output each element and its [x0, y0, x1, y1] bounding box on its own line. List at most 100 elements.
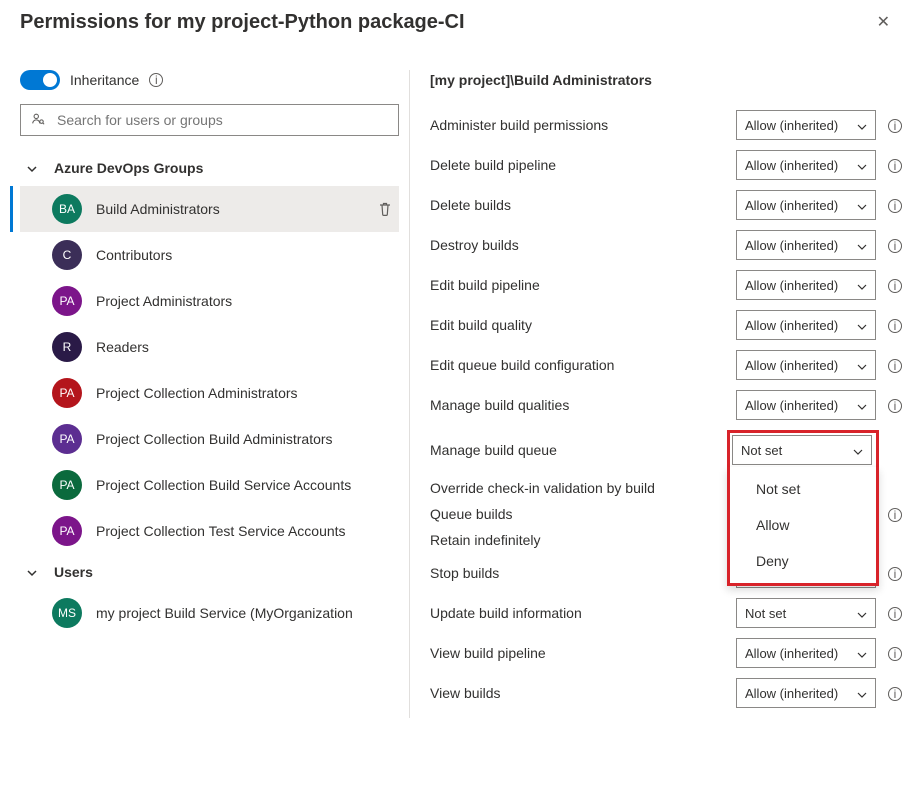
info-icon[interactable]: i: [888, 397, 902, 413]
permission-dropdown-open[interactable]: Not set Not setAllowDeny: [727, 430, 879, 470]
person-search-icon: [31, 112, 45, 129]
permission-label: Update build information: [430, 605, 736, 621]
permission-select[interactable]: Not set: [736, 598, 876, 628]
info-icon[interactable]: i: [888, 197, 902, 213]
inheritance-toggle[interactable]: [20, 70, 60, 90]
info-icon[interactable]: i: [888, 605, 902, 621]
permission-select[interactable]: Allow (inherited): [736, 150, 876, 180]
permission-row: Edit build pipeline Allow (inherited) i: [430, 270, 902, 300]
permission-value: Not set: [745, 606, 786, 621]
group-row[interactable]: PA Project Collection Build Service Acco…: [20, 462, 399, 508]
groups-list: BA Build Administrators C Contributors P…: [20, 186, 399, 554]
chevron-down-icon: [857, 608, 867, 618]
permission-row: Destroy builds Allow (inherited) i: [430, 230, 902, 260]
trash-icon[interactable]: [377, 201, 393, 217]
dropdown-option[interactable]: Deny: [730, 543, 876, 579]
dialog-header: Permissions for my project-Python packag…: [20, 8, 902, 42]
avatar: PA: [52, 286, 82, 316]
chevron-down-icon: [26, 162, 38, 174]
dropdown-option[interactable]: Allow: [730, 507, 876, 543]
group-row[interactable]: PA Project Collection Test Service Accou…: [20, 508, 399, 554]
group-label: Project Collection Test Service Accounts: [96, 523, 393, 539]
permission-row: Update build information Not set i: [430, 598, 902, 628]
dialog-body: Inheritance i Azure DevOps Groups BA Bui: [20, 70, 902, 718]
info-icon[interactable]: i: [888, 237, 902, 253]
group-label: Project Collection Build Service Account…: [96, 477, 393, 493]
permission-row: View builds Allow (inherited) i: [430, 678, 902, 708]
info-icon[interactable]: i: [888, 317, 902, 333]
info-icon[interactable]: i: [888, 506, 902, 522]
permission-select[interactable]: Allow (inherited): [736, 390, 876, 420]
permission-select[interactable]: Allow (inherited): [736, 638, 876, 668]
permission-label: Manage build qualities: [430, 397, 736, 413]
info-icon[interactable]: i: [888, 565, 902, 581]
group-row[interactable]: PA Project Collection Build Administrato…: [20, 416, 399, 462]
permission-value: Allow (inherited): [745, 158, 838, 173]
permission-row: View build pipeline Allow (inherited) i: [430, 638, 902, 668]
search-box[interactable]: [20, 104, 399, 136]
group-label: Contributors: [96, 247, 393, 263]
permission-value: Allow (inherited): [745, 398, 838, 413]
permission-select[interactable]: Allow (inherited): [736, 190, 876, 220]
group-row[interactable]: R Readers: [20, 324, 399, 370]
avatar: MS: [52, 598, 82, 628]
permission-label: View builds: [430, 685, 736, 701]
group-row[interactable]: BA Build Administrators: [20, 186, 399, 232]
permission-row: Edit queue build configuration Allow (in…: [430, 350, 902, 380]
permission-select[interactable]: Allow (inherited): [736, 678, 876, 708]
permissions-dialog: Permissions for my project-Python packag…: [0, 0, 922, 738]
group-label: Project Collection Build Administrators: [96, 431, 393, 447]
permission-label: Manage build queue: [430, 442, 727, 458]
info-icon[interactable]: i: [888, 117, 902, 133]
chevron-down-icon: [857, 688, 867, 698]
permission-row: Delete builds Allow (inherited) i: [430, 190, 902, 220]
permission-select[interactable]: Allow (inherited): [736, 310, 876, 340]
permission-row: Edit build quality Allow (inherited) i: [430, 310, 902, 340]
info-icon[interactable]: i: [888, 277, 902, 293]
chevron-down-icon: [857, 360, 867, 370]
dropdown-option[interactable]: Not set: [730, 471, 876, 507]
permission-value: Allow (inherited): [745, 278, 838, 293]
info-icon[interactable]: i: [888, 645, 902, 661]
close-icon[interactable]: ✕: [865, 8, 902, 36]
permission-label: Destroy builds: [430, 237, 736, 253]
permission-label: View build pipeline: [430, 645, 736, 661]
users-section-header[interactable]: Users: [20, 554, 399, 590]
info-icon[interactable]: i: [888, 357, 902, 373]
info-icon[interactable]: i: [888, 685, 902, 701]
permission-select[interactable]: Not set: [732, 435, 872, 465]
user-label: my project Build Service (MyOrganization: [96, 605, 393, 621]
avatar: C: [52, 240, 82, 270]
permission-label: Edit build pipeline: [430, 277, 736, 293]
group-row[interactable]: C Contributors: [20, 232, 399, 278]
permission-row: Manage build queue Not set Not setAllowD…: [430, 430, 902, 470]
permission-select[interactable]: Allow (inherited): [736, 270, 876, 300]
permission-label: Stop builds: [430, 565, 736, 581]
groups-section-header[interactable]: Azure DevOps Groups: [20, 150, 399, 186]
chevron-down-icon: [857, 320, 867, 330]
groups-section-label: Azure DevOps Groups: [54, 160, 203, 176]
permissions-list: Administer build permissions Allow (inhe…: [430, 110, 902, 708]
user-row[interactable]: MS my project Build Service (MyOrganizat…: [20, 590, 399, 636]
avatar: R: [52, 332, 82, 362]
permission-select[interactable]: Allow (inherited): [736, 350, 876, 380]
dialog-title: Permissions for my project-Python packag…: [20, 11, 465, 34]
permission-select[interactable]: Allow (inherited): [736, 230, 876, 260]
info-icon[interactable]: i: [149, 73, 163, 87]
chevron-down-icon: [857, 160, 867, 170]
chevron-down-icon: [26, 566, 38, 578]
avatar: PA: [52, 424, 82, 454]
search-input[interactable]: [55, 111, 388, 129]
permission-value: Allow (inherited): [745, 646, 838, 661]
group-row[interactable]: PA Project Administrators: [20, 278, 399, 324]
right-panel: [my project]\Build Administrators Admini…: [410, 70, 902, 718]
group-label: Readers: [96, 339, 393, 355]
permission-row: Manage build qualities Allow (inherited)…: [430, 390, 902, 420]
permission-value: Allow (inherited): [745, 358, 838, 373]
info-icon[interactable]: i: [888, 157, 902, 173]
inheritance-row: Inheritance i: [20, 70, 399, 90]
group-row[interactable]: PA Project Collection Administrators: [20, 370, 399, 416]
users-section-label: Users: [54, 564, 93, 580]
permission-label: Edit build quality: [430, 317, 736, 333]
permission-select[interactable]: Allow (inherited): [736, 110, 876, 140]
